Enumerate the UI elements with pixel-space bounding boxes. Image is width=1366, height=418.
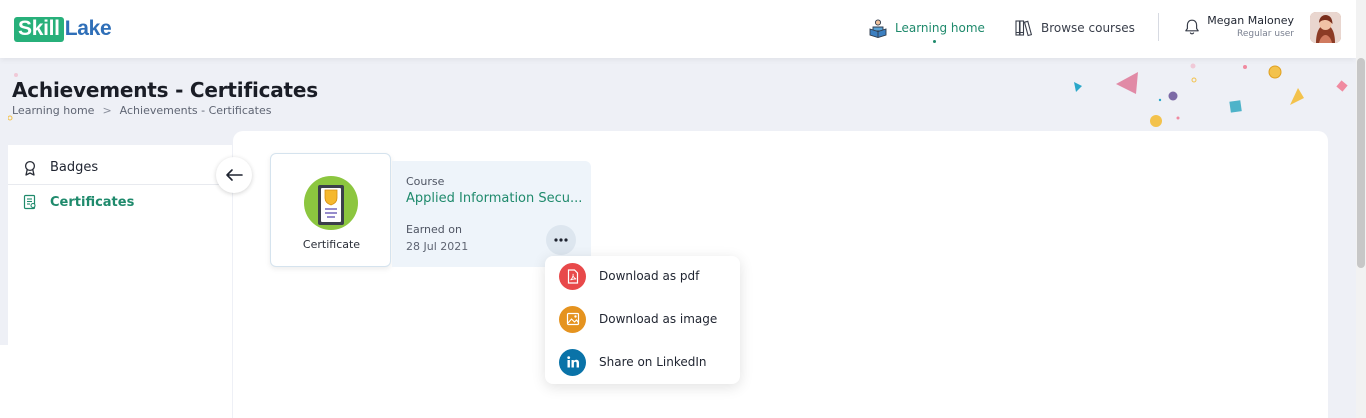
pdf-icon <box>559 262 586 290</box>
back-button[interactable] <box>216 157 252 193</box>
menu-item-download-pdf[interactable]: Download as pdf <box>545 256 740 296</box>
page-title: Achievements - Certificates <box>12 78 318 102</box>
breadcrumb-current: Achievements - Certificates <box>119 104 272 117</box>
earned-on-label: Earned on <box>406 223 462 236</box>
books-icon <box>1015 20 1033 37</box>
skilllake-logo[interactable]: Skill Lake <box>14 16 112 42</box>
user-avatar[interactable] <box>1310 12 1341 43</box>
scrollbar-thumb[interactable] <box>1357 58 1365 268</box>
certificate-actions-menu: Download as pdf Download as image Share … <box>545 256 740 384</box>
menu-item-label: Share on LinkedIn <box>599 355 707 369</box>
header-divider <box>1158 13 1159 41</box>
sidebar-item-label: Certificates <box>50 194 135 210</box>
certificate-badge-icon <box>304 176 358 230</box>
menu-item-label: Download as image <box>599 312 718 326</box>
menu-item-share-linkedin[interactable]: Share on LinkedIn <box>545 342 740 382</box>
linkedin-icon <box>559 348 586 376</box>
certificate-card-label: Certificate <box>302 238 361 251</box>
logo-skill-text: Skill <box>14 16 64 42</box>
top-header: Skill Lake Learning home Browse courses … <box>0 0 1356 58</box>
avatar-image <box>1310 12 1341 43</box>
confetti-decoration <box>1074 63 1348 127</box>
breadcrumb: Learning home > Achievements - Certifica… <box>12 104 271 117</box>
menu-item-label: Download as pdf <box>599 269 700 283</box>
earned-date: 28 Jul 2021 <box>406 240 469 253</box>
left-edge-panel <box>0 345 8 418</box>
page-scrollbar[interactable] <box>1356 0 1366 418</box>
certificate-card[interactable]: Certificate <box>270 153 391 267</box>
user-role: Regular user <box>1236 29 1294 39</box>
menu-item-download-image[interactable]: Download as image <box>545 299 740 339</box>
notification-bell-icon[interactable] <box>1183 18 1201 36</box>
sidebar-item-certificates[interactable]: Certificates <box>8 185 232 219</box>
course-label: Course <box>406 175 445 188</box>
learning-home-icon <box>869 19 887 38</box>
nav-browse-courses[interactable]: Browse courses <box>1014 18 1135 38</box>
breadcrumb-separator: > <box>102 104 112 117</box>
more-options-button[interactable] <box>546 225 576 255</box>
nav-learning-home-label: Learning home <box>895 21 985 35</box>
course-name-link[interactable]: Applied Information Secu... <box>406 191 582 206</box>
sidebar-item-label: Badges <box>50 160 99 175</box>
breadcrumb-home-link[interactable]: Learning home <box>12 104 94 117</box>
ribbon-icon <box>24 160 36 176</box>
image-icon <box>559 305 586 333</box>
ellipsis-icon <box>554 238 568 242</box>
certificate-icon <box>23 194 36 210</box>
arrow-left-icon <box>226 169 243 181</box>
nav-browse-courses-label: Browse courses <box>1041 21 1135 35</box>
user-name[interactable]: Megan Maloney <box>1207 14 1294 27</box>
nav-learning-home[interactable]: Learning home <box>868 18 985 43</box>
achievements-sidebar: Badges Certificates <box>8 145 232 418</box>
sidebar-item-badges[interactable]: Badges <box>8 151 232 185</box>
logo-lake-text: Lake <box>64 17 112 40</box>
